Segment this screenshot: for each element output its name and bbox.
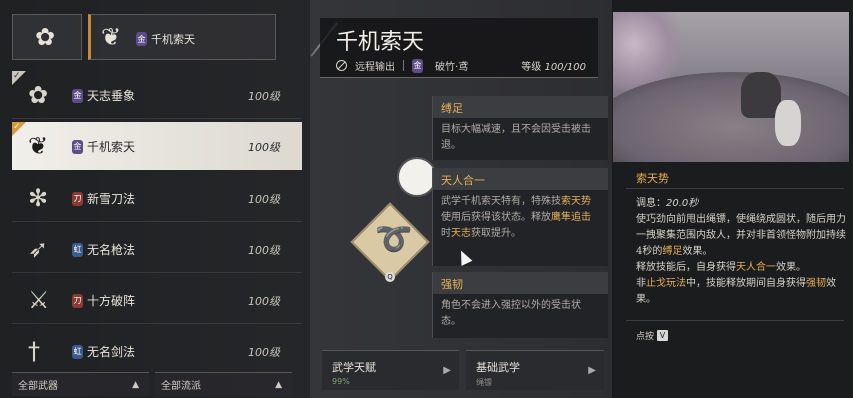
weapon-name: 新雪刀法 — [87, 192, 136, 206]
weapon-row-selected[interactable]: ✓ ❦ 金千机索天 100级 — [12, 122, 302, 170]
sword-icon: † — [28, 337, 40, 365]
grade-badge: 金 — [136, 32, 147, 46]
skill-level: 等级 100/100 — [521, 62, 586, 73]
rope-dart-icon: ❦ — [28, 132, 49, 160]
cooldown: 调息：20.0秒 — [636, 198, 699, 209]
weapon-row[interactable]: ✓ ✿ 金天志垂象 100级 — [12, 71, 302, 119]
weapon-name: 无名枪法 — [87, 243, 136, 257]
weapon-level: 100级 — [248, 141, 280, 154]
equipped-check-icon: ✓ — [12, 122, 26, 136]
courtyard-ground — [613, 72, 849, 162]
snowflake-sword-icon: ✻ — [28, 184, 49, 212]
divider — [403, 60, 404, 71]
weapon-row[interactable]: ➶ 虹无名枪法 100级 — [12, 225, 302, 273]
skill-meta: 远程输出 金 破竹·鸢 — [336, 58, 468, 73]
school-filter-dropdown[interactable]: 全部流派 ▲ — [155, 372, 292, 396]
skill-detail-name: 索天势 — [636, 172, 669, 185]
ranged-type-icon — [336, 60, 347, 71]
weapon-name: 天志垂象 — [87, 89, 136, 103]
tooltip-bind-feet: 缚足 目标大幅减速，且不会因受击被击退。 — [432, 96, 608, 160]
basic-skill-button[interactable]: 基础武学 绳镖 ▶ — [466, 350, 604, 390]
arrow-right-icon: ▶ — [443, 365, 451, 376]
divider — [626, 188, 844, 189]
weapon-level: 100级 — [248, 346, 280, 359]
skill-header: 千机索天 远程输出 金 破竹·鸢 等级 100/100 — [320, 18, 598, 78]
weapon-level: 100级 — [248, 244, 280, 257]
input-hint: 点按 V — [636, 329, 669, 342]
key-hint: Q — [385, 272, 395, 282]
divider — [626, 320, 844, 321]
tooltip-tenacity: 强韧 角色不会进入强控以外的受击状态。 — [432, 272, 608, 338]
skill-screen: ✿ ❦ 金 千机索天 ✓ ✿ 金天志垂象 100级 ✓ ❦ 金千机索天 100级… — [0, 0, 853, 398]
skill-node-ring[interactable] — [397, 157, 437, 197]
weapon-level: 100级 — [248, 90, 280, 103]
weapon-name: 无名剑法 — [87, 345, 136, 359]
key-v-icon: V — [657, 330, 669, 341]
weapon-row[interactable]: ✻ 刀新雪刀法 100级 — [12, 174, 302, 222]
rope-dart-icon: ❦ — [101, 23, 122, 51]
grade-badge: 虹 — [72, 344, 83, 359]
skill-type: 远程输出 — [355, 62, 395, 73]
weapon-slot-1[interactable]: ✿ — [12, 14, 82, 60]
talent-button[interactable]: 武学天赋 99% ▶ — [322, 350, 459, 390]
grade-badge: 金 — [72, 88, 83, 103]
weapon-name: 十方破阵 — [87, 294, 136, 308]
crossed-blades-icon: ⚔ — [28, 286, 50, 314]
arrow-right-icon: ▶ — [588, 365, 596, 376]
equipped-check-icon: ✓ — [12, 71, 26, 85]
grade-badge: 虹 — [72, 242, 83, 257]
caret-up-icon: ▲ — [275, 379, 282, 390]
rope-dart-skill-icon: ➰ — [375, 222, 413, 257]
filter-bar: 全部武器 ▲ 全部流派 ▲ — [12, 372, 292, 396]
skill-description: 使巧劲向前甩出绳镖，使绳绕成圆状，随后用力一拽聚集范围内敌人，并对非首领怪物附加… — [636, 214, 846, 305]
weapon-filter-dropdown[interactable]: 全部武器 ▲ — [12, 372, 149, 396]
player-figure — [775, 100, 801, 146]
bracer-icon: ✿ — [28, 81, 49, 109]
weapon-name: 千机索天 — [87, 140, 136, 154]
grade-badge: 金 — [412, 58, 423, 73]
skill-title: 千机索天 — [336, 30, 425, 55]
caret-up-icon: ▲ — [132, 379, 139, 390]
weapon-level: 100级 — [248, 193, 280, 206]
weapon-slot-2[interactable]: ❦ 金 千机索天 — [88, 14, 338, 60]
grade-badge: 金 — [72, 139, 83, 154]
weapon-row[interactable]: ⚔ 刀十方破阵 100级 — [12, 276, 302, 324]
weapon-slot-2-name: 金 千机索天 — [136, 32, 195, 46]
spear-icon: ➶ — [28, 235, 49, 263]
weapon-level: 100级 — [248, 295, 280, 308]
grade-badge: 刀 — [72, 293, 83, 308]
bracer-icon: ✿ — [35, 23, 56, 51]
skill-school: 破竹·鸢 — [435, 62, 469, 73]
weapon-row[interactable]: † 虹无名剑法 100级 — [12, 327, 302, 375]
weapon-panel: ✿ ❦ 金 千机索天 ✓ ✿ 金天志垂象 100级 ✓ ❦ 金千机索天 100级… — [0, 0, 338, 398]
grade-badge: 刀 — [72, 191, 83, 206]
skill-preview-video — [613, 12, 849, 162]
